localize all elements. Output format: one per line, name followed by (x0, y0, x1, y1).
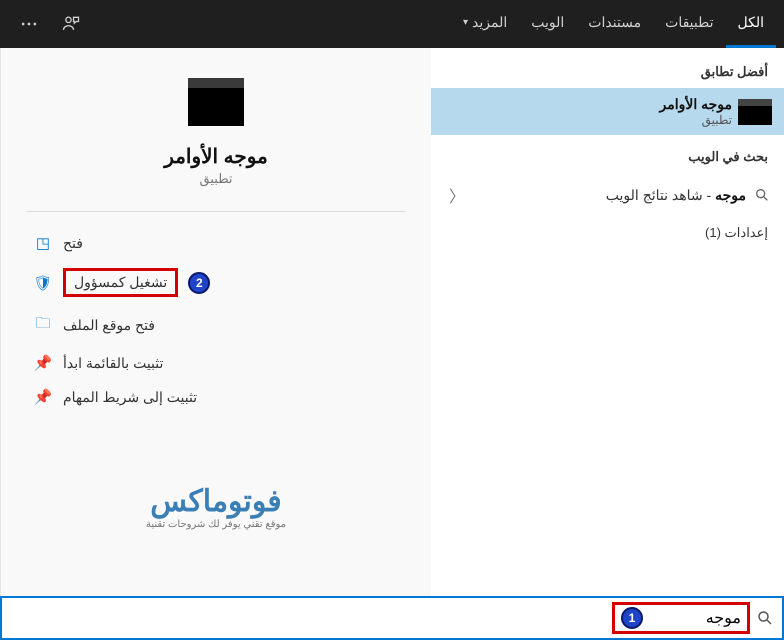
result-sub: تطبيق (443, 113, 732, 127)
tab-apps[interactable]: تطبيقات (653, 0, 725, 48)
top-nav-bar: الكل تطبيقات مستندات الويب المزيد ▾ (0, 0, 784, 48)
action-open[interactable]: ◳ فتح (29, 226, 403, 260)
tab-documents[interactable]: مستندات (576, 0, 653, 48)
pin-icon: 📌 (33, 354, 53, 372)
open-icon: ◳ (33, 234, 53, 252)
tab-all-label: الكل (738, 14, 765, 31)
tab-web-label: الويب (531, 14, 564, 31)
search-bar[interactable]: 1 (0, 596, 784, 640)
app-tile-icon (188, 78, 244, 126)
details-panel: موجه الأوامر تطبيق ◳ فتح 🛡 تشغيل كمسؤول … (0, 48, 431, 596)
result-title: موجه الأوامر (443, 96, 732, 113)
search-highlight: 1 (612, 602, 750, 634)
action-pin-taskbar-label: تثبيت إلى شريط المهام (63, 389, 197, 406)
tab-more[interactable]: المزيد ▾ (451, 0, 519, 48)
chevron-down-icon: ▾ (463, 17, 468, 28)
search-icon (756, 609, 774, 627)
tab-documents-label: مستندات (588, 14, 641, 31)
options-icon[interactable] (8, 0, 50, 48)
action-open-location[interactable]: 🗀 فتح موقع الملف (29, 305, 403, 346)
best-match-label: أفضل تطابق (431, 60, 784, 88)
action-run-as-admin[interactable]: 🛡 تشغيل كمسؤول 2 (29, 260, 403, 305)
actions-list: ◳ فتح 🛡 تشغيل كمسؤول 2 🗀 فتح موقع الملف … (1, 226, 431, 414)
watermark: فوتوماكس موقع تقني يوفر لك شروحات تقنية (146, 484, 286, 530)
cmd-icon (738, 99, 772, 125)
action-pin-start[interactable]: 📌 تثبيت بالقائمة ابدأ (29, 346, 403, 380)
action-pin-taskbar[interactable]: 📌 تثبيت إلى شريط المهام (29, 380, 403, 414)
watermark-sub: موقع تقني يوفر لك شروحات تقنية (146, 519, 286, 530)
action-open-label: فتح (63, 235, 83, 252)
app-title: موجه الأوامر (164, 144, 268, 169)
search-icon (754, 187, 770, 203)
pin-icon: 📌 (33, 388, 53, 406)
app-type: تطبيق (200, 171, 233, 187)
tab-all[interactable]: الكل (726, 0, 777, 48)
divider (27, 211, 405, 212)
settings-section[interactable]: إعدادات (1) (431, 217, 784, 249)
annotation-badge-1: 1 (621, 607, 643, 629)
web-search-result[interactable]: موجه - شاهد نتائج الويب 〈 (431, 173, 784, 217)
result-command-prompt[interactable]: موجه الأوامر تطبيق (431, 88, 784, 135)
tab-apps-label: تطبيقات (665, 14, 713, 31)
results-panel: أفضل تطابق موجه الأوامر تطبيق بحث في الو… (431, 48, 784, 596)
action-open-location-label: فتح موقع الملف (63, 317, 155, 334)
action-run-admin-label: تشغيل كمسؤول (63, 268, 178, 297)
tab-more-label: المزيد (472, 14, 507, 31)
annotation-badge-2: 2 (188, 272, 210, 294)
web-search-label: بحث في الويب (431, 145, 784, 173)
watermark-title: فوتوماكس (146, 484, 286, 519)
folder-icon: 🗀 (33, 313, 53, 338)
tab-web[interactable]: الويب (519, 0, 576, 48)
admin-icon: 🛡 (33, 274, 53, 292)
feedback-icon[interactable] (50, 0, 92, 48)
web-result-text: موجه - شاهد نتائج الويب (606, 187, 746, 204)
action-pin-start-label: تثبيت بالقائمة ابدأ (63, 355, 163, 372)
search-input[interactable] (651, 609, 741, 627)
chevron-left-icon: 〈 (445, 183, 465, 207)
